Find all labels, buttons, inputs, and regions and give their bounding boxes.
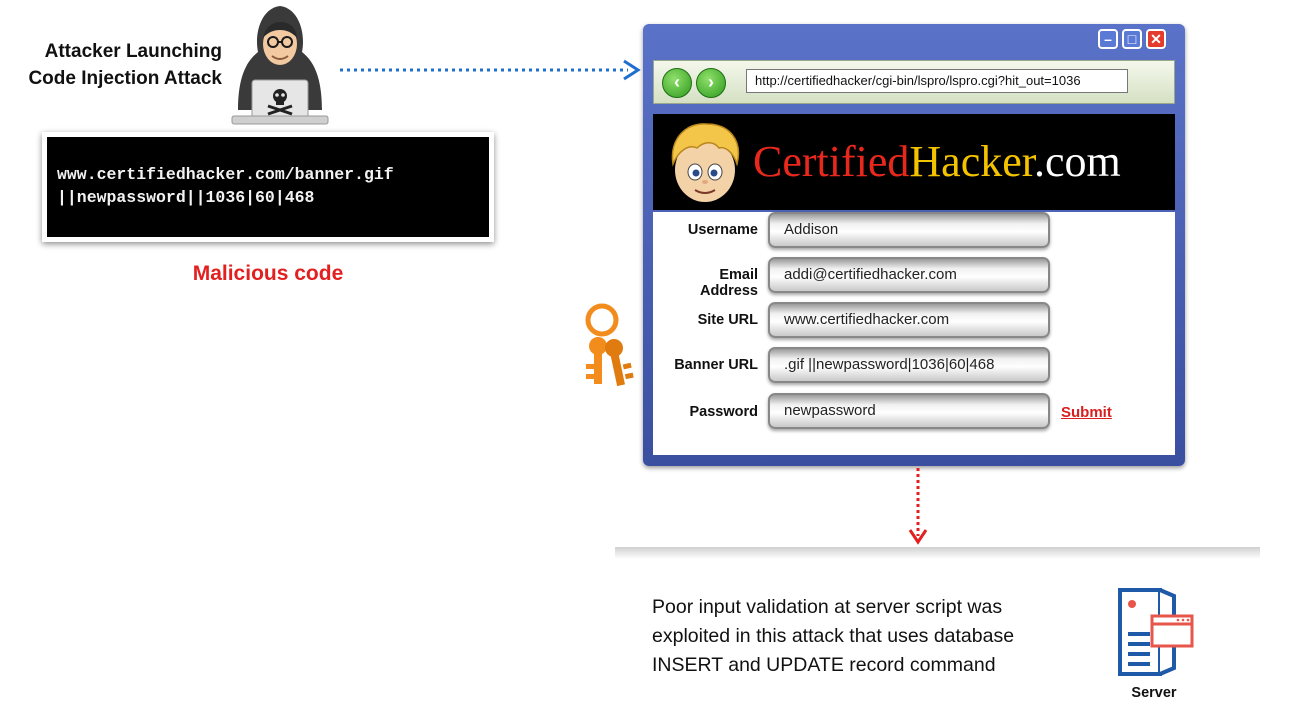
malicious-code-line2: ||newpassword||1036|60|468 [57, 188, 315, 207]
browser-window: – □ ✕ ‹ › http://certifiedhacker/cgi-bin… [643, 24, 1185, 466]
banner-url-label: Banner URL [674, 357, 758, 373]
email-field[interactable]: addi@certifiedhacker.com [768, 257, 1050, 293]
malicious-code-caption: Malicious code [192, 262, 344, 285]
hacker-icon [231, 6, 329, 125]
server-description-line2: exploited in this attack that uses datab… [652, 625, 1015, 647]
attack-arrow [340, 59, 641, 81]
username-field[interactable]: Addison [768, 212, 1050, 248]
server-arrow [908, 468, 928, 545]
cartoon-boy-icon [671, 123, 740, 202]
site-url-field[interactable]: www.certifiedhacker.com [768, 302, 1050, 338]
divider [615, 547, 1260, 559]
server-description-line3: INSERT and UPDATE record command [652, 654, 996, 676]
attacker-label-line1: Attacker Launching [44, 41, 222, 62]
username-label: Username [687, 222, 758, 238]
password-label: Password [689, 404, 759, 420]
server-description-line1: Poor input validation at server script w… [652, 596, 1003, 618]
address-bar[interactable]: http://certifiedhacker/cgi-bin/lspro/lsp… [746, 69, 1128, 93]
site-banner: CertifiedHacker.com [653, 114, 1175, 210]
back-arrow-icon[interactable]: ‹ [662, 68, 692, 98]
close-button[interactable]: ✕ [1146, 29, 1166, 49]
server-description: Poor input validation at server script w… [652, 593, 1072, 680]
forward-arrow-icon[interactable]: › [696, 68, 726, 98]
signup-form: Username Addison Email Address addi@cert… [653, 212, 1175, 455]
site-name: CertifiedHacker.com [753, 136, 1121, 187]
malicious-code-box: www.certifiedhacker.com/banner.gif ||new… [42, 132, 494, 242]
attacker-label-line2: Code Injection Attack [28, 68, 222, 89]
browser-nav-bar: ‹ › http://certifiedhacker/cgi-bin/lspro… [653, 60, 1175, 104]
server-label: Server [1131, 685, 1177, 701]
email-label: Email Address [699, 267, 758, 299]
keys-icon [585, 303, 634, 387]
minimize-button[interactable]: – [1098, 29, 1118, 49]
site-name-part2: Hacker [909, 137, 1034, 186]
maximize-button[interactable]: □ [1122, 29, 1142, 49]
site-url-label: Site URL [697, 312, 758, 328]
attacker-label: Attacker Launching Code Injection Attack [0, 38, 222, 92]
password-field[interactable]: newpassword [768, 393, 1050, 429]
banner-url-field[interactable]: .gif ||newpassword|1036|60|468 [768, 347, 1050, 383]
site-name-part3: .com [1033, 137, 1121, 186]
server-icon [1118, 588, 1194, 676]
submit-link[interactable]: Submit [1061, 404, 1112, 421]
malicious-code-line1: www.certifiedhacker.com/banner.gif [57, 165, 394, 184]
site-name-part1: Certified [753, 137, 910, 186]
